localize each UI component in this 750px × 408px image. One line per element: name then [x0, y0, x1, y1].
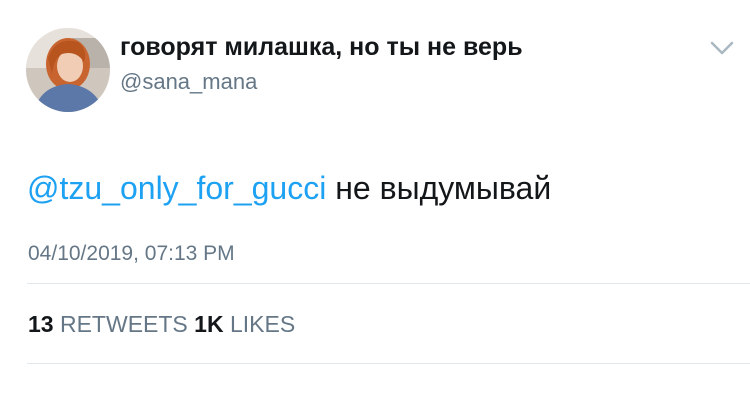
retweets-count: 13 — [28, 311, 54, 337]
retweets-label: RETWEETS — [53, 311, 195, 337]
divider — [27, 283, 750, 284]
tweet-text: @tzu_only_for_gucci не выдумывай — [27, 170, 551, 207]
timestamp[interactable]: 04/10/2019, 07:13 PM — [28, 242, 235, 266]
mention-link[interactable]: @tzu_only_for_gucci — [27, 170, 326, 206]
tweet-card: говорят милашка, но ты не верь @sana_man… — [0, 0, 750, 408]
username[interactable]: @sana_mana — [120, 69, 257, 95]
divider — [27, 363, 750, 364]
engagement-stats: 13 RETWEETS 1K LIKES — [28, 311, 295, 338]
chevron-down-icon[interactable] — [708, 38, 736, 58]
avatar[interactable] — [26, 28, 110, 112]
display-name[interactable]: говорят милашка, но ты не верь — [120, 33, 523, 62]
likes-label: LIKES — [223, 311, 296, 337]
likes-count: 1K — [194, 311, 224, 337]
retweets-stat[interactable]: 13 RETWEETS — [28, 311, 194, 337]
likes-stat[interactable]: 1K LIKES — [194, 311, 295, 337]
tweet-body: не выдумывай — [326, 170, 552, 206]
